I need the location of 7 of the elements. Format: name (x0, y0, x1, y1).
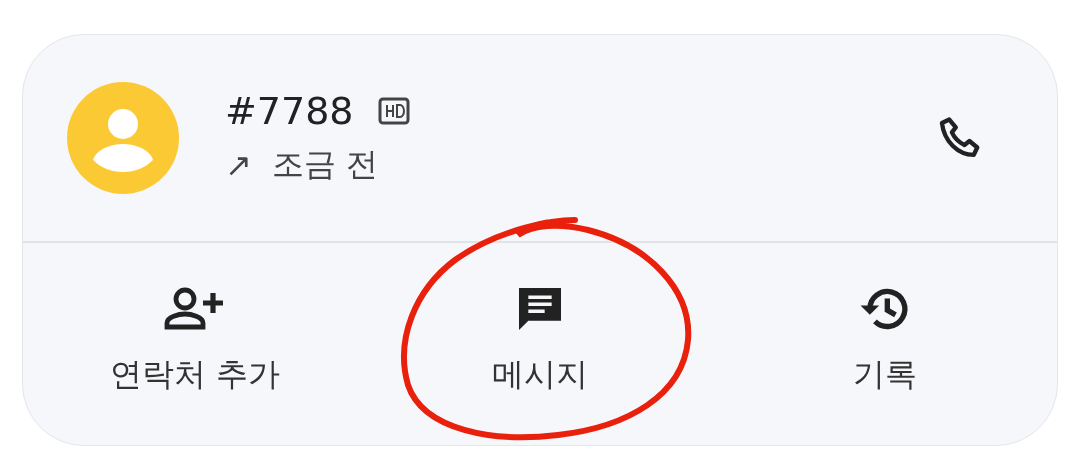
caller-name: #7788 (225, 89, 354, 133)
message-button[interactable]: 메시지 (367, 243, 713, 445)
avatar-icon (67, 82, 179, 194)
person-add-button[interactable]: 연락처 추가 (23, 243, 368, 445)
call-time: 조금 전 (271, 144, 378, 185)
outgoing-arrow: ↗ (225, 146, 252, 184)
history-button[interactable]: 기록 (712, 243, 1057, 445)
